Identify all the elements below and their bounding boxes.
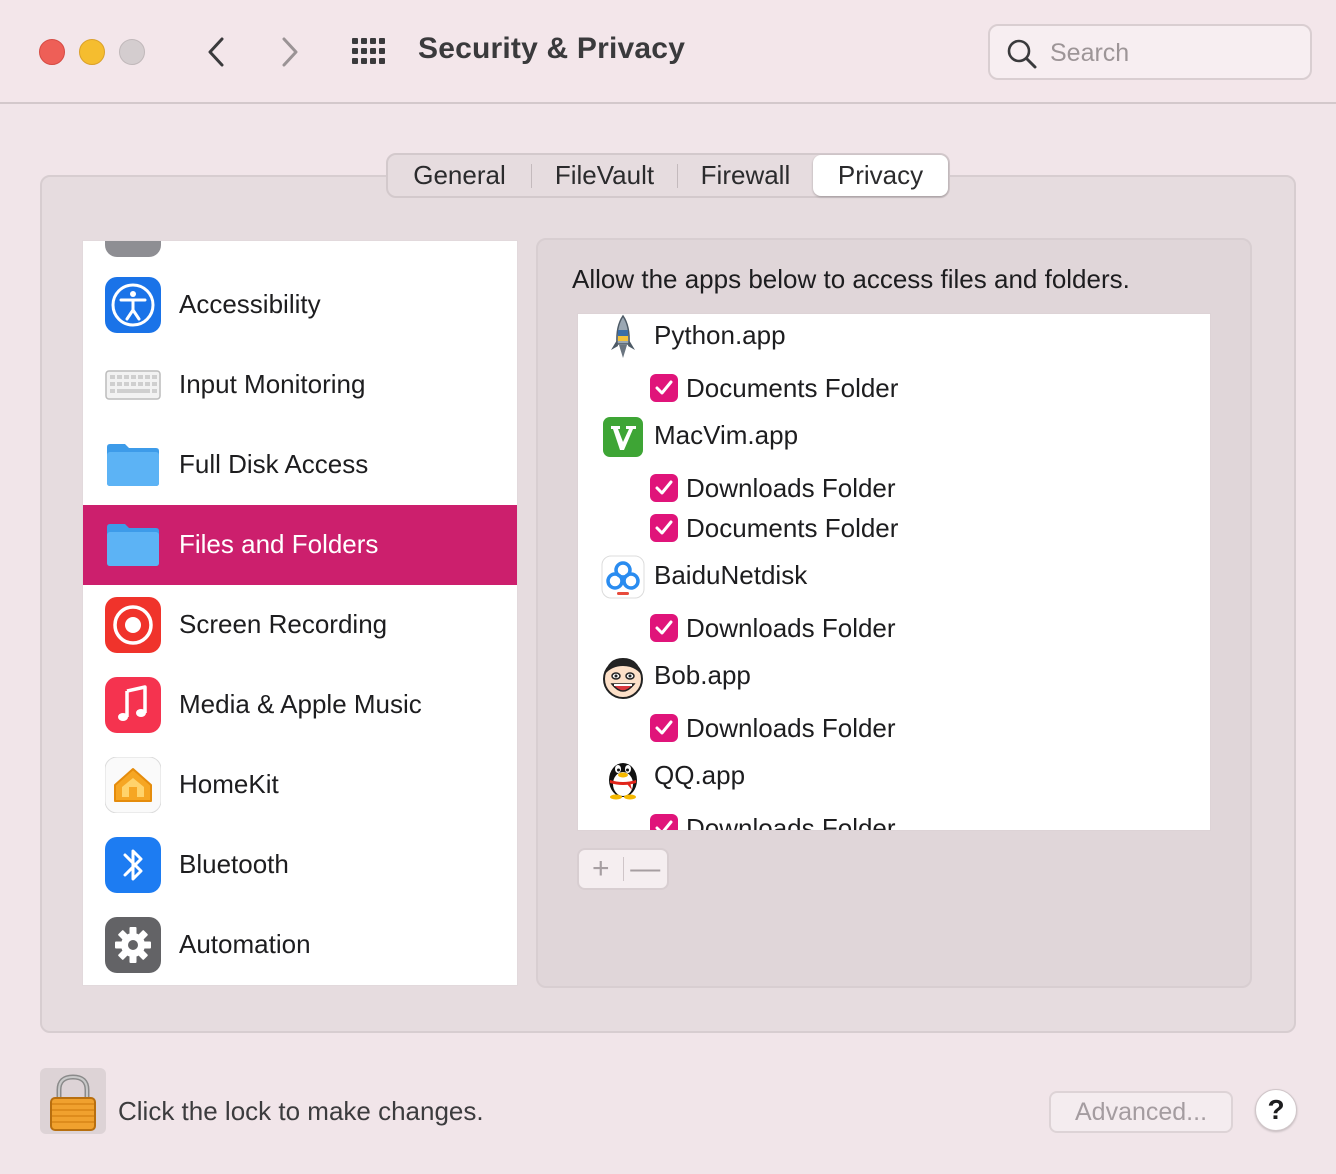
permission-checkbox[interactable] xyxy=(650,474,678,502)
category-automation[interactable]: Automation xyxy=(83,905,517,985)
permission-label: Downloads Folder xyxy=(686,473,896,503)
close-window-button[interactable] xyxy=(39,39,65,65)
add-app-button[interactable]: + xyxy=(579,850,623,888)
chevron-left-icon xyxy=(208,37,224,67)
zoom-window-button[interactable] xyxy=(119,39,145,65)
python-rocket-icon xyxy=(611,314,635,358)
app-permission-list[interactable]: Python.app Documents Folder MacVim.app D… xyxy=(577,313,1211,831)
folder-icon xyxy=(107,524,159,566)
lock-message: Click the lock to make changes. xyxy=(118,1096,484,1126)
category-screen-recording[interactable]: Screen Recording xyxy=(83,585,517,665)
category-homekit[interactable]: HomeKit xyxy=(83,745,517,825)
permission-row[interactable]: Downloads Folder xyxy=(578,607,1210,647)
permission-row[interactable]: Documents Folder xyxy=(578,367,1210,407)
checkmark-icon xyxy=(655,720,673,735)
partial-category-icon xyxy=(105,241,161,257)
keyboard-icon xyxy=(105,370,161,400)
permission-row[interactable]: Downloads Folder xyxy=(578,807,1210,831)
permission-label: Documents Folder xyxy=(686,513,899,543)
bluetooth-icon xyxy=(105,837,161,893)
app-row-qq[interactable]: QQ.app xyxy=(578,752,1210,802)
category-accessibility[interactable]: Accessibility xyxy=(83,265,517,345)
permission-label: Downloads Folder xyxy=(686,713,896,743)
app-name: Bob.app xyxy=(654,660,751,690)
privacy-category-list[interactable]: Accessibility Input Monitoring Full Disk… xyxy=(82,240,518,986)
permission-checkbox[interactable] xyxy=(650,714,678,742)
qq-penguin-icon xyxy=(609,763,637,800)
tab-bar: General FileVault Firewall Privacy xyxy=(386,153,950,198)
help-button[interactable]: ? xyxy=(1255,1089,1297,1131)
homekit-icon xyxy=(105,757,161,813)
category-label: Screen Recording xyxy=(179,609,388,639)
music-icon xyxy=(105,677,161,733)
checkmark-icon xyxy=(655,620,673,635)
category-label: HomeKit xyxy=(179,769,279,799)
permission-checkbox[interactable] xyxy=(650,374,678,402)
preferences-window: Security & Privacy General FileVault Fir… xyxy=(0,0,1336,1174)
category-label: Files and Folders xyxy=(179,529,379,559)
permission-checkbox[interactable] xyxy=(650,514,678,542)
titlebar: Security & Privacy xyxy=(0,0,1336,104)
category-label: Automation xyxy=(179,929,311,959)
app-name: Python.app xyxy=(654,320,786,350)
category-label: Input Monitoring xyxy=(179,369,366,399)
gear-icon xyxy=(105,917,161,973)
category-label: Accessibility xyxy=(179,289,321,319)
checkmark-icon xyxy=(655,480,673,495)
grid-icon xyxy=(352,38,385,64)
app-name: BaiduNetdisk xyxy=(654,560,808,590)
app-name: QQ.app xyxy=(654,760,746,790)
permission-row[interactable]: Downloads Folder xyxy=(578,707,1210,747)
back-button[interactable] xyxy=(196,30,236,74)
screen-recording-icon xyxy=(105,597,161,653)
search-input[interactable] xyxy=(1050,36,1300,70)
checkmark-icon xyxy=(655,380,673,395)
accessibility-icon xyxy=(105,277,161,333)
forward-button[interactable] xyxy=(270,30,310,74)
baidunetdisk-icon xyxy=(601,555,645,599)
tab-filevault[interactable]: FileVault xyxy=(532,155,677,196)
show-all-button[interactable] xyxy=(350,34,390,70)
macvim-icon xyxy=(603,417,643,457)
category-label: Bluetooth xyxy=(179,849,289,879)
checkmark-icon xyxy=(655,520,673,535)
window-title: Security & Privacy xyxy=(418,32,686,65)
category-label: Full Disk Access xyxy=(179,449,369,479)
advanced-button[interactable]: Advanced... xyxy=(1049,1091,1233,1133)
category-files-and-folders[interactable]: Files and Folders xyxy=(83,505,517,585)
tab-privacy[interactable]: Privacy xyxy=(812,155,949,196)
permission-label: Downloads Folder xyxy=(686,813,896,831)
category-media-apple-music[interactable]: Media & Apple Music xyxy=(83,665,517,745)
add-remove-control: + — xyxy=(577,848,669,890)
app-name: MacVim.app xyxy=(654,420,799,450)
app-row-baidunetdisk[interactable]: BaiduNetdisk xyxy=(578,552,1210,602)
search-icon xyxy=(1007,39,1037,69)
detail-description: Allow the apps below to access files and… xyxy=(572,264,1130,294)
minimize-window-button[interactable] xyxy=(79,39,105,65)
app-row-bob[interactable]: Bob.app xyxy=(578,652,1210,702)
tab-general[interactable]: General xyxy=(388,155,531,196)
search-field[interactable] xyxy=(988,24,1312,80)
app-row-python[interactable]: Python.app xyxy=(578,314,1210,362)
category-input-monitoring[interactable]: Input Monitoring xyxy=(83,345,517,425)
permission-row[interactable]: Downloads Folder xyxy=(578,467,1210,507)
permission-checkbox[interactable] xyxy=(650,814,678,830)
permission-label: Documents Folder xyxy=(686,373,899,403)
permission-row[interactable]: Documents Folder xyxy=(578,507,1210,547)
app-row-macvim[interactable]: MacVim.app xyxy=(578,412,1210,462)
permission-label: Downloads Folder xyxy=(686,613,896,643)
category-full-disk-access[interactable]: Full Disk Access xyxy=(83,425,517,505)
chevron-right-icon xyxy=(282,37,298,67)
permission-checkbox[interactable] xyxy=(650,614,678,642)
folder-icon xyxy=(107,444,159,486)
padlock-icon xyxy=(50,1074,96,1131)
category-label: Media & Apple Music xyxy=(179,689,422,719)
checkmark-icon xyxy=(655,820,673,830)
remove-app-button[interactable]: — xyxy=(623,850,667,888)
tab-firewall[interactable]: Firewall xyxy=(678,155,813,196)
bob-face-icon xyxy=(603,658,643,699)
lock-button[interactable] xyxy=(40,1068,106,1134)
category-bluetooth[interactable]: Bluetooth xyxy=(83,825,517,905)
